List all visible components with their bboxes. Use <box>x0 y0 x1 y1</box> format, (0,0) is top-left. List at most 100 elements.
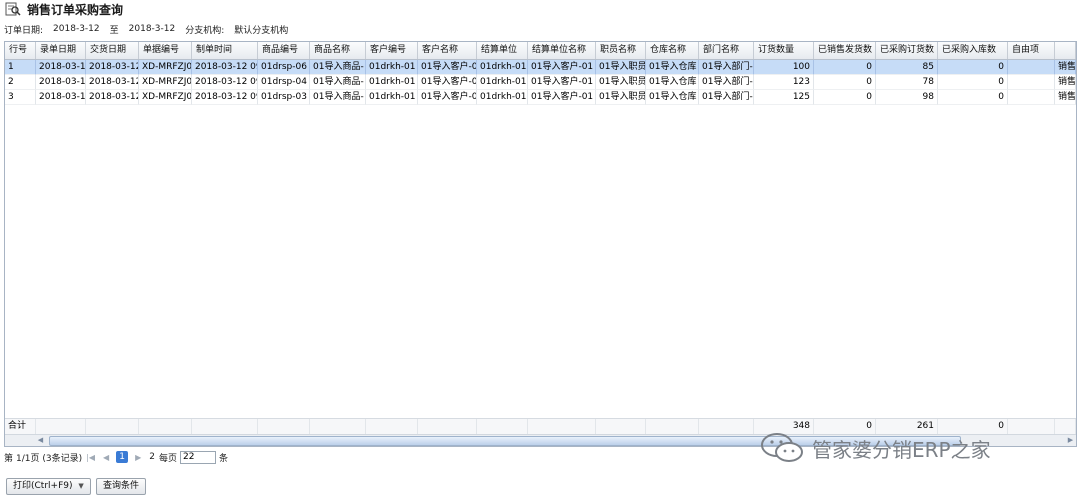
column-header[interactable]: 客户编号 <box>366 42 418 59</box>
table-cell: 2018-03-12 <box>86 60 139 75</box>
dropdown-arrow-icon[interactable]: ▼ <box>78 482 83 490</box>
table-cell: 销售 <box>1055 60 1076 75</box>
table-cell: XD-MRFZJ0 <box>139 90 192 105</box>
pager: 第 1/1页 (3条记录) |◀ ◀ 1 ▶ 2 每页 条 <box>4 450 228 464</box>
column-header[interactable] <box>1055 42 1076 59</box>
table-cell: 0 <box>814 75 876 90</box>
table-cell: 01导入客户-0 <box>418 60 477 75</box>
column-header[interactable]: 行号 <box>5 42 36 59</box>
table-cell: 01drkh-01 <box>477 75 528 90</box>
table-cell: 01导入职员 <box>596 75 646 90</box>
column-header[interactable]: 单据编号 <box>139 42 192 59</box>
table-cell: XD-MRFZJ0 <box>139 60 192 75</box>
table-cell: XD-MRFZJ0 <box>139 75 192 90</box>
column-header[interactable]: 结算单位名称 <box>528 42 596 59</box>
table-cell: 01导入客户-01 <box>528 75 596 90</box>
table-cell: 2 <box>5 75 36 90</box>
column-header[interactable]: 录单日期 <box>36 42 86 59</box>
totals-cell <box>86 419 139 434</box>
page-title: 销售订单采购查询 <box>27 2 124 17</box>
column-header[interactable]: 商品名称 <box>310 42 366 59</box>
table-cell: 销售 <box>1055 75 1076 90</box>
table-cell: 0 <box>938 90 1008 105</box>
table-cell: 01drsp-06 <box>258 60 310 75</box>
data-grid: 行号 录单日期 交货日期 单据编号 制单时间 商品编号 商品名称 客户编号 客户名称 结算单位 结算… <box>4 41 1077 447</box>
table-cell: 1 <box>5 60 36 75</box>
table-row[interactable]: 22018-03-122018-03-12XD-MRFZJ02018-03-12… <box>5 75 1076 90</box>
totals-cell <box>366 419 418 434</box>
column-header[interactable]: 职员名称 <box>596 42 646 59</box>
totals-cell <box>310 419 366 434</box>
column-header[interactable]: 已销售发货数 <box>814 42 876 59</box>
table-cell: 3 <box>5 90 36 105</box>
table-row[interactable]: 12018-03-122018-03-12XD-MRFZJ02018-03-12… <box>5 60 1076 75</box>
table-cell: 0 <box>938 60 1008 75</box>
table-cell <box>1008 60 1055 75</box>
grid-header: 行号 录单日期 交货日期 单据编号 制单时间 商品编号 商品名称 客户编号 客户名称 结算单位 结算… <box>5 42 1076 60</box>
totals-cell <box>258 419 310 434</box>
table-cell: 01drkh-01 <box>366 75 418 90</box>
totals-cell <box>1055 419 1076 434</box>
per-page-unit: 条 <box>219 453 229 464</box>
table-row[interactable]: 32018-03-122018-03-12XD-MRFZJ02018-03-12… <box>5 90 1076 105</box>
title-bar: 销售订单采购查询 <box>0 0 1080 18</box>
table-cell: 01导入职员 <box>596 90 646 105</box>
column-header[interactable]: 商品编号 <box>258 42 310 59</box>
totals-cell <box>477 419 528 434</box>
scroll-right-icon[interactable]: ▶ <box>1065 435 1076 446</box>
column-header[interactable]: 交货日期 <box>86 42 139 59</box>
table-cell: 100 <box>754 60 814 75</box>
table-cell: 01导入客户-01 <box>528 90 596 105</box>
table-cell: 2018-03-12 09 <box>192 60 258 75</box>
table-cell: 2018-03-12 <box>86 75 139 90</box>
column-header[interactable]: 客户名称 <box>418 42 477 59</box>
table-cell: 0 <box>938 75 1008 90</box>
table-cell: 01导入职员 <box>596 60 646 75</box>
first-page-icon[interactable]: |◀ <box>86 453 95 462</box>
table-cell <box>1008 90 1055 105</box>
table-cell: 2018-03-12 09 <box>192 90 258 105</box>
watermark-text: 管家婆分销ERP之家 <box>812 437 991 462</box>
table-cell: 123 <box>754 75 814 90</box>
column-header[interactable]: 已采购订货数 <box>876 42 938 59</box>
scroll-left-icon[interactable]: ◀ <box>35 435 46 446</box>
totals-cell <box>528 419 596 434</box>
column-header[interactable]: 部门名称 <box>699 42 754 59</box>
table-cell: 0 <box>814 60 876 75</box>
column-header[interactable]: 订货数量 <box>754 42 814 59</box>
column-header[interactable]: 已采购入库数 <box>938 42 1008 59</box>
watermark: 管家婆分销ERP之家 <box>758 432 991 464</box>
to-label: 至 <box>109 25 119 36</box>
column-header[interactable]: 结算单位 <box>477 42 528 59</box>
print-button-label: 打印(Ctrl+F9) <box>13 481 73 491</box>
totals-cell <box>596 419 646 434</box>
table-cell: 01drsp-03 <box>258 90 310 105</box>
table-cell: 01drkh-01 <box>366 90 418 105</box>
next-page-number[interactable]: 2 <box>149 452 155 462</box>
table-cell: 01导入部门- <box>699 75 754 90</box>
table-cell: 2018-03-12 <box>36 90 86 105</box>
current-page-button[interactable]: 1 <box>116 451 129 463</box>
table-cell: 01导入仓库 <box>646 75 699 90</box>
order-date-label: 订单日期: <box>4 25 44 36</box>
table-cell: 01导入部门- <box>699 90 754 105</box>
table-cell: 01导入客户-0 <box>418 75 477 90</box>
table-cell: 01导入部门- <box>699 60 754 75</box>
next-page-icon[interactable]: ▶ <box>135 453 141 462</box>
query-conditions-button[interactable]: 查询条件 <box>96 478 147 495</box>
filter-bar: 订单日期: 2018-3-12 至 2018-3-12 分支机构: 默认分支机构 <box>4 22 298 36</box>
table-cell: 01导入客户-0 <box>418 90 477 105</box>
per-page-input[interactable] <box>180 450 217 464</box>
column-header[interactable]: 仓库名称 <box>646 42 699 59</box>
column-header[interactable]: 制单时间 <box>192 42 258 59</box>
totals-cell <box>646 419 699 434</box>
date-to: 2018-3-12 <box>128 24 176 34</box>
table-cell: 01导入仓库 <box>646 90 699 105</box>
table-cell: 01drkh-01 <box>366 60 418 75</box>
table-cell: 98 <box>876 90 938 105</box>
table-cell: 01导入仓库 <box>646 60 699 75</box>
print-button[interactable]: 打印(Ctrl+F9) ▼ <box>6 478 91 495</box>
column-header[interactable]: 自由项 <box>1008 42 1055 59</box>
prev-page-icon[interactable]: ◀ <box>103 453 109 462</box>
table-cell: 125 <box>754 90 814 105</box>
